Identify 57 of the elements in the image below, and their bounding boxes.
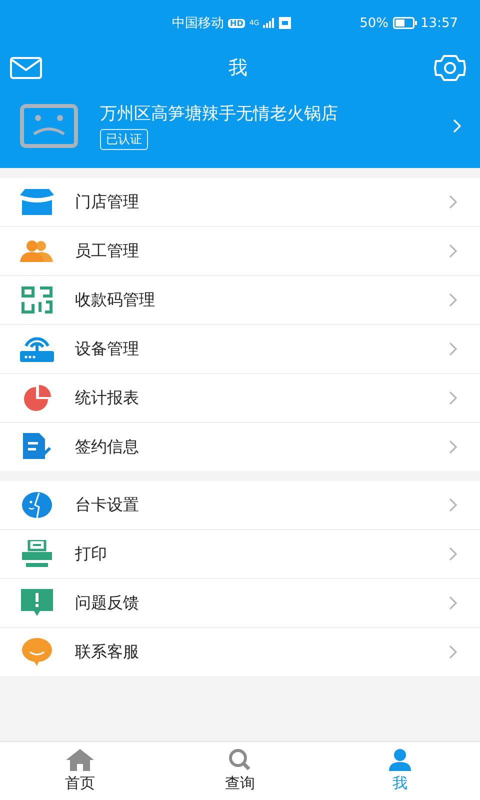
battery-text: 50% (360, 16, 389, 30)
chevron-icon (449, 244, 458, 258)
menu-label: 问题反馈 (75, 592, 140, 614)
menu-label: 门店管理 (75, 192, 140, 212)
menu-label: 联系客服 (75, 642, 140, 662)
person-icon (386, 749, 414, 771)
chevron-icon (449, 498, 458, 512)
alert-message-icon (20, 589, 54, 617)
menu-label: 打印 (75, 544, 108, 564)
people-icon (20, 240, 54, 262)
store-icon (20, 189, 54, 215)
home-icon (66, 749, 94, 771)
signal-icon (263, 18, 276, 28)
chevron-icon (449, 342, 458, 356)
chevron-icon (449, 391, 458, 405)
menu-item[interactable]: 统计报表 (0, 374, 480, 423)
menu-label: 台卡设置 (75, 494, 140, 516)
sad-face-avatar-icon (20, 104, 78, 148)
menu-item[interactable]: 设备管理 (0, 325, 480, 374)
nav-tab[interactable]: 首页 (0, 742, 160, 800)
battery-icon (392, 17, 417, 29)
mail-icon[interactable] (10, 57, 42, 79)
page-title: 我 (228, 56, 248, 81)
verified-badge: 已认证 (100, 129, 148, 150)
menu-label: 统计报表 (75, 388, 140, 408)
menu-label: 设备管理 (75, 338, 140, 360)
chevron-icon (449, 293, 458, 307)
chevron-icon (449, 547, 458, 561)
menu-item[interactable]: 联系客服 (0, 628, 480, 676)
menu-label: 收款码管理 (75, 290, 156, 310)
nav-tab[interactable]: 查询 (160, 742, 320, 800)
menu-item[interactable]: 签约信息 (0, 423, 480, 471)
carrier-text: 中国移动 (172, 15, 224, 32)
router-icon (20, 336, 54, 362)
chevron-icon (449, 645, 458, 659)
menu-item[interactable]: 打印 (0, 530, 480, 579)
menu-item[interactable]: 问题反馈 (0, 579, 480, 628)
clock-text: 13:57 (420, 16, 458, 30)
store-name: 万州区高笋塘辣手无情老火锅店 (100, 103, 338, 125)
printer-icon (20, 540, 54, 568)
qr-code-icon (20, 286, 54, 314)
hd-badge: HD (228, 18, 246, 28)
menu-item[interactable]: 门店管理 (0, 178, 480, 227)
menu-label: 签约信息 (75, 436, 140, 458)
chevron-icon (449, 440, 458, 454)
menu-item[interactable]: 员工管理 (0, 227, 480, 276)
settings-icon[interactable] (434, 54, 466, 82)
menu-item[interactable]: 台卡设置 (0, 481, 480, 530)
menu-item[interactable]: 收款码管理 (0, 276, 480, 325)
document-edit-icon (20, 433, 54, 461)
notification-icon (279, 17, 292, 29)
menu-label: 员工管理 (75, 240, 140, 262)
face-profile-icon (20, 491, 54, 519)
chevron-icon (449, 195, 458, 209)
chevron-icon (453, 119, 462, 133)
chat-bubble-icon (20, 638, 54, 666)
chevron-icon (449, 596, 458, 610)
